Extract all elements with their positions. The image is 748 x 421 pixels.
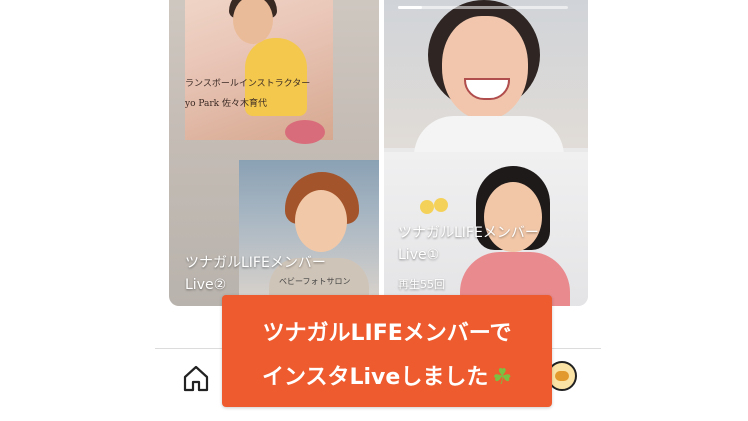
photo-note: ベビーフォトサロン (279, 277, 351, 286)
host-photo (384, 0, 588, 156)
video-progress-bar (398, 6, 568, 9)
tile-title: ツナガルLIFEメンバー Live① (398, 225, 539, 263)
live-video-tile-1[interactable]: ツナガルLIFEメンバー Live① 再生55回 (384, 0, 588, 306)
view-count: 再生55回 (398, 278, 445, 291)
banner-line-1: ツナガルLIFEメンバーで (262, 321, 512, 346)
clover-icon: ☘ (492, 365, 513, 390)
banner-line-2: インスタLiveしました ☘ (261, 365, 513, 390)
home-icon-graphic (183, 365, 209, 392)
photo-caption: ランスボールインストラクター (185, 79, 311, 89)
tile-title: ツナガルLIFEメンバー Live② (185, 255, 326, 293)
announcement-banner: ツナガルLIFEメンバーで インスタLiveしました ☘ (222, 295, 552, 407)
video-progress-fill (398, 6, 422, 9)
home-icon[interactable] (181, 363, 211, 393)
instructor-photo (185, 0, 333, 144)
live-video-tile-2[interactable]: ランスボールインストラクター yo Park 佐々木育代 ツナガルLIFEメンバ… (169, 0, 379, 306)
photo-caption: yo Park 佐々木育代 (185, 99, 267, 109)
